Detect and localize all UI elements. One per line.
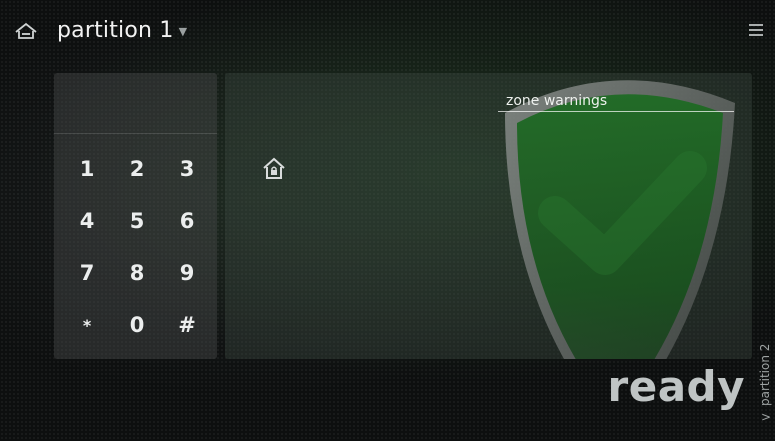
keypad-key-4[interactable]: 4 bbox=[62, 195, 112, 247]
keypad-key-star[interactable]: * bbox=[62, 299, 112, 351]
code-display bbox=[54, 73, 217, 134]
partition-selector[interactable]: partition 1 ▼ bbox=[57, 18, 187, 43]
keypad-key-1[interactable]: 1 bbox=[62, 143, 112, 195]
chevron-down-icon: ▼ bbox=[178, 25, 188, 38]
keypad-key-9[interactable]: 9 bbox=[162, 247, 212, 299]
keypad-panel: 1 2 3 4 5 6 7 8 9 * 0 # bbox=[54, 73, 217, 359]
keypad-key-7[interactable]: 7 bbox=[62, 247, 112, 299]
zone-warnings-link[interactable]: zone warnings bbox=[498, 93, 734, 112]
keypad-key-hash[interactable]: # bbox=[162, 299, 212, 351]
shield-check-icon bbox=[505, 80, 735, 359]
keypad-key-6[interactable]: 6 bbox=[162, 195, 212, 247]
keypad-key-8[interactable]: 8 bbox=[112, 247, 162, 299]
home-icon[interactable] bbox=[14, 22, 38, 42]
status-panel: zone warnings bbox=[225, 73, 752, 359]
keypad-key-3[interactable]: 3 bbox=[162, 143, 212, 195]
partition-title: partition 1 bbox=[57, 18, 174, 43]
keypad-grid: 1 2 3 4 5 6 7 8 9 * 0 # bbox=[54, 143, 225, 351]
partition-2-label: partition 2 bbox=[758, 343, 772, 406]
system-status-label: ready bbox=[607, 362, 745, 411]
home-lock-icon[interactable] bbox=[262, 157, 286, 181]
menu-icon[interactable] bbox=[749, 24, 763, 36]
partition-2-tab[interactable]: partition 2 > bbox=[758, 330, 774, 430]
keypad-key-0[interactable]: 0 bbox=[112, 299, 162, 351]
keypad-key-2[interactable]: 2 bbox=[112, 143, 162, 195]
chevron-right-icon: > bbox=[761, 410, 772, 424]
keypad-key-5[interactable]: 5 bbox=[112, 195, 162, 247]
